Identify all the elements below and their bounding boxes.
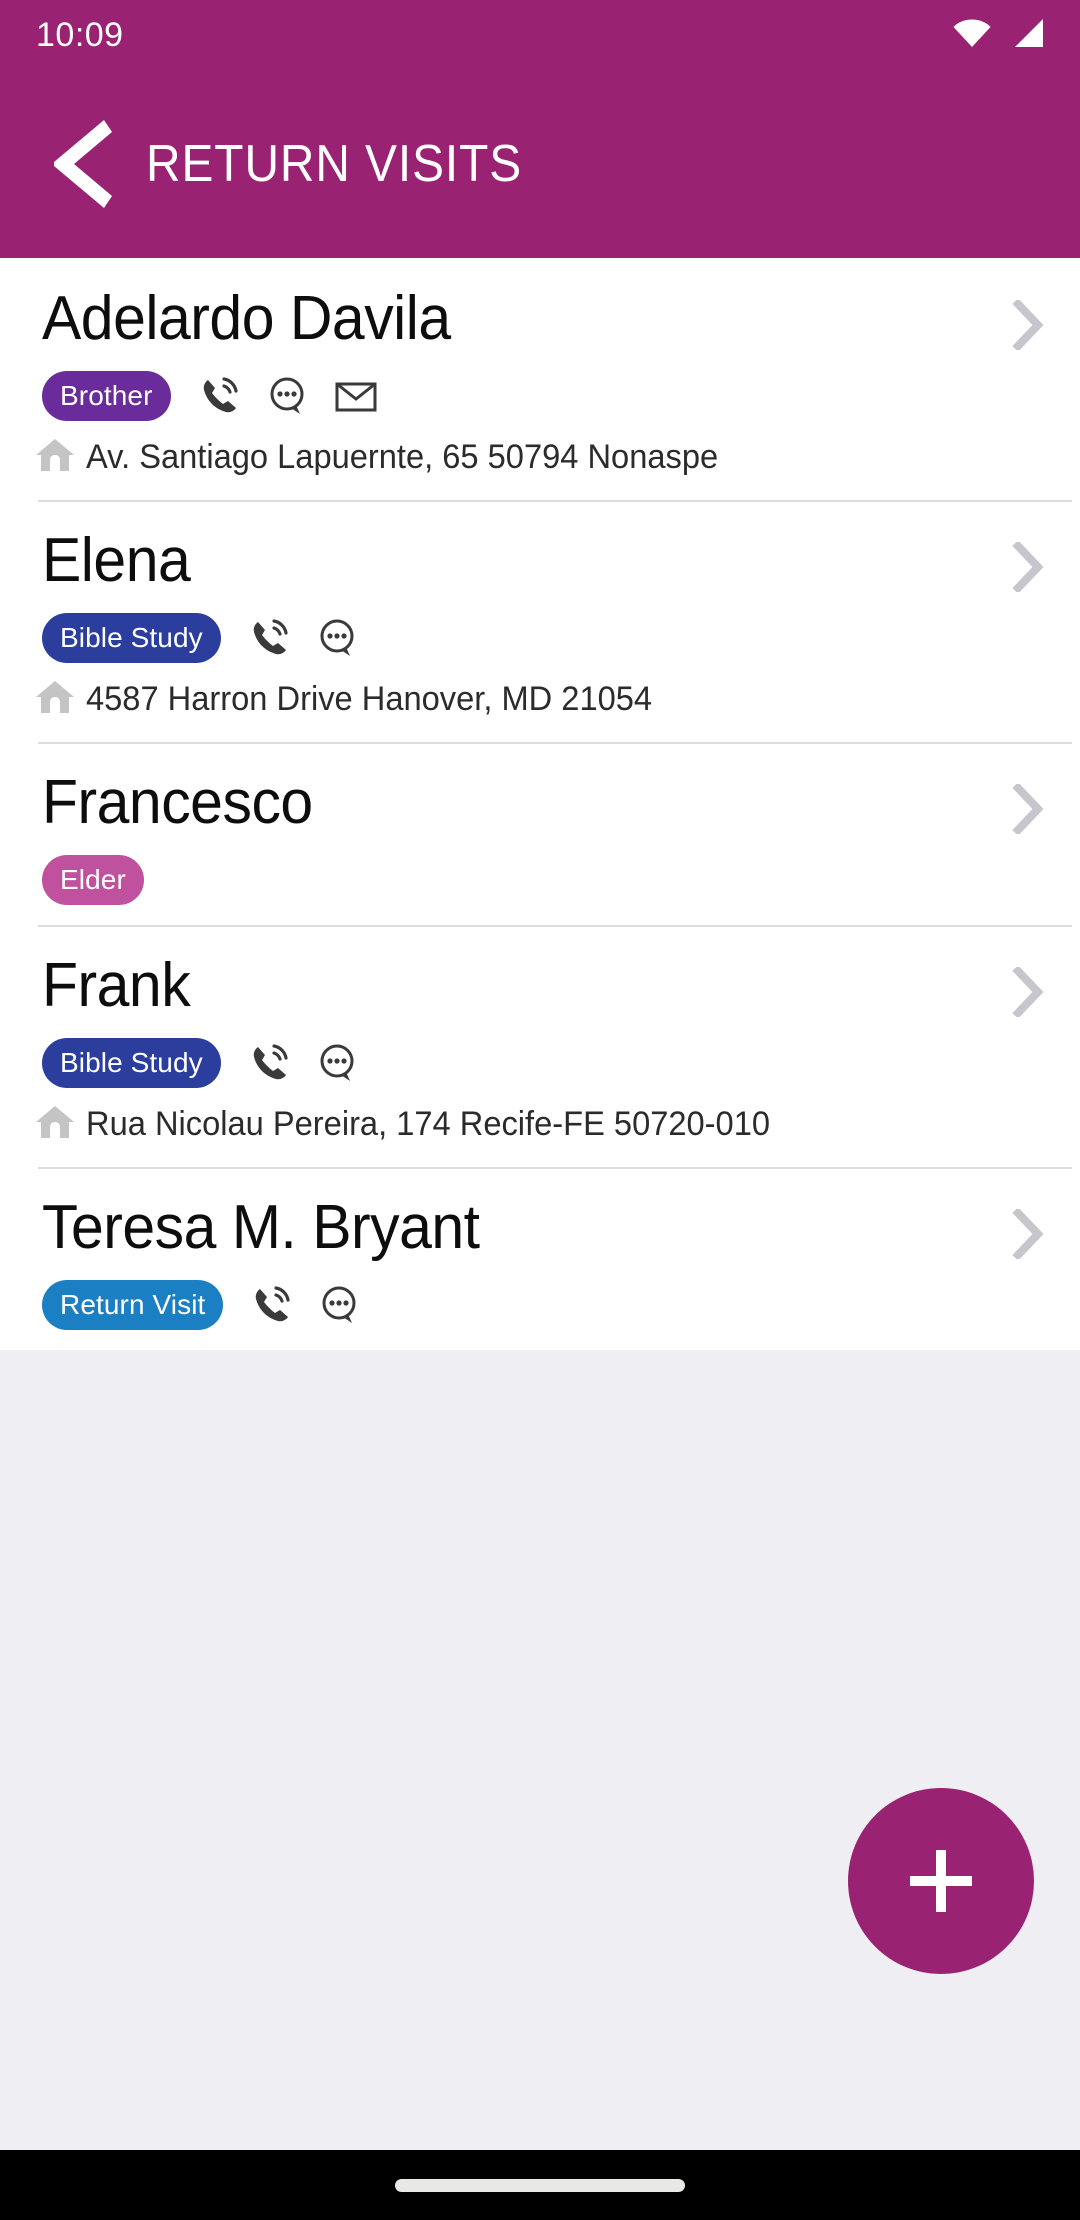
list-item[interactable]: Elena Bible Study — [0, 500, 1080, 742]
phone-icon[interactable] — [247, 615, 293, 661]
message-icon[interactable] — [315, 1040, 361, 1086]
contact-name: Adelardo Davila — [42, 286, 451, 353]
contact-actions — [247, 615, 361, 661]
phone-icon[interactable] — [197, 373, 243, 419]
contact-name-row: Elena — [0, 528, 1080, 597]
chevron-right-icon[interactable] — [1010, 953, 1044, 1022]
chevron-right-icon[interactable] — [1010, 770, 1044, 839]
contact-actions — [247, 1040, 361, 1086]
status-badge[interactable]: Bible Study — [42, 1038, 221, 1088]
home-icon — [34, 677, 76, 722]
back-chevron-icon[interactable] — [44, 116, 122, 212]
list-item[interactable]: Francesco Elder — [0, 742, 1080, 925]
list-item[interactable]: Teresa M. Bryant Return Visit — [0, 1167, 1080, 1350]
chevron-right-icon[interactable] — [1010, 528, 1044, 597]
phone-icon[interactable] — [249, 1282, 295, 1328]
status-badge[interactable]: Brother — [42, 371, 171, 421]
system-navigation-bar — [0, 2150, 1080, 2220]
phone-icon[interactable] — [247, 1040, 293, 1086]
home-icon — [34, 435, 76, 480]
app-screen: 10:09 RETURN VISITS A — [0, 0, 1080, 2220]
status-bar-clock: 10:09 — [36, 16, 124, 55]
contact-address-row: Av. Santiago Lapuernte, 65 50794 Nonaspe — [0, 421, 1080, 480]
home-icon — [34, 1102, 76, 1147]
plus-icon-vertical — [936, 1850, 946, 1912]
home-indicator-pill[interactable] — [395, 2179, 685, 2192]
page-title: RETURN VISITS — [146, 134, 522, 194]
contact-name: Frank — [42, 953, 190, 1020]
contact-actions — [249, 1282, 363, 1328]
status-bar-icons — [952, 18, 1044, 53]
status-badge[interactable]: Return Visit — [42, 1280, 223, 1330]
contact-address-row: Rua Nicolau Pereira, 174 Recife-FE 50720… — [0, 1088, 1080, 1147]
list-item[interactable]: Frank Bible Study — [0, 925, 1080, 1167]
email-icon[interactable] — [333, 373, 379, 419]
contact-name: Francesco — [42, 770, 313, 837]
contact-list: Adelardo Davila Brother — [0, 258, 1080, 1350]
contact-tags-row: Return Visit — [0, 1264, 1080, 1330]
contact-name-row: Francesco — [0, 770, 1080, 839]
contact-name: Teresa M. Bryant — [42, 1195, 480, 1262]
message-icon[interactable] — [315, 615, 361, 661]
chevron-right-icon[interactable] — [1010, 286, 1044, 355]
contact-tags-row: Brother — [0, 355, 1080, 421]
wifi-icon — [952, 18, 992, 53]
contact-address: Rua Nicolau Pereira, 174 Recife-FE 50720… — [86, 1105, 770, 1144]
status-bar: 10:09 — [0, 0, 1080, 70]
contact-name-row: Adelardo Davila — [0, 286, 1080, 355]
contact-address: 4587 Harron Drive Hanover, MD 21054 — [86, 680, 652, 719]
app-bar: RETURN VISITS — [0, 70, 1080, 258]
message-icon[interactable] — [265, 373, 311, 419]
contact-name: Elena — [42, 528, 190, 595]
cellular-signal-icon — [1010, 18, 1044, 53]
contact-actions — [197, 373, 379, 419]
add-contact-fab[interactable] — [848, 1788, 1034, 1974]
status-badge[interactable]: Elder — [42, 855, 144, 905]
contact-name-row: Teresa M. Bryant — [0, 1195, 1080, 1264]
contact-address-row: 4587 Harron Drive Hanover, MD 21054 — [0, 663, 1080, 722]
contact-address: Av. Santiago Lapuernte, 65 50794 Nonaspe — [86, 438, 718, 477]
contact-name-row: Frank — [0, 953, 1080, 1022]
message-icon[interactable] — [317, 1282, 363, 1328]
list-item[interactable]: Adelardo Davila Brother — [0, 258, 1080, 500]
chevron-right-icon[interactable] — [1010, 1195, 1044, 1264]
contact-tags-row: Elder — [0, 839, 1080, 905]
contact-tags-row: Bible Study — [0, 597, 1080, 663]
status-badge[interactable]: Bible Study — [42, 613, 221, 663]
contact-tags-row: Bible Study — [0, 1022, 1080, 1088]
